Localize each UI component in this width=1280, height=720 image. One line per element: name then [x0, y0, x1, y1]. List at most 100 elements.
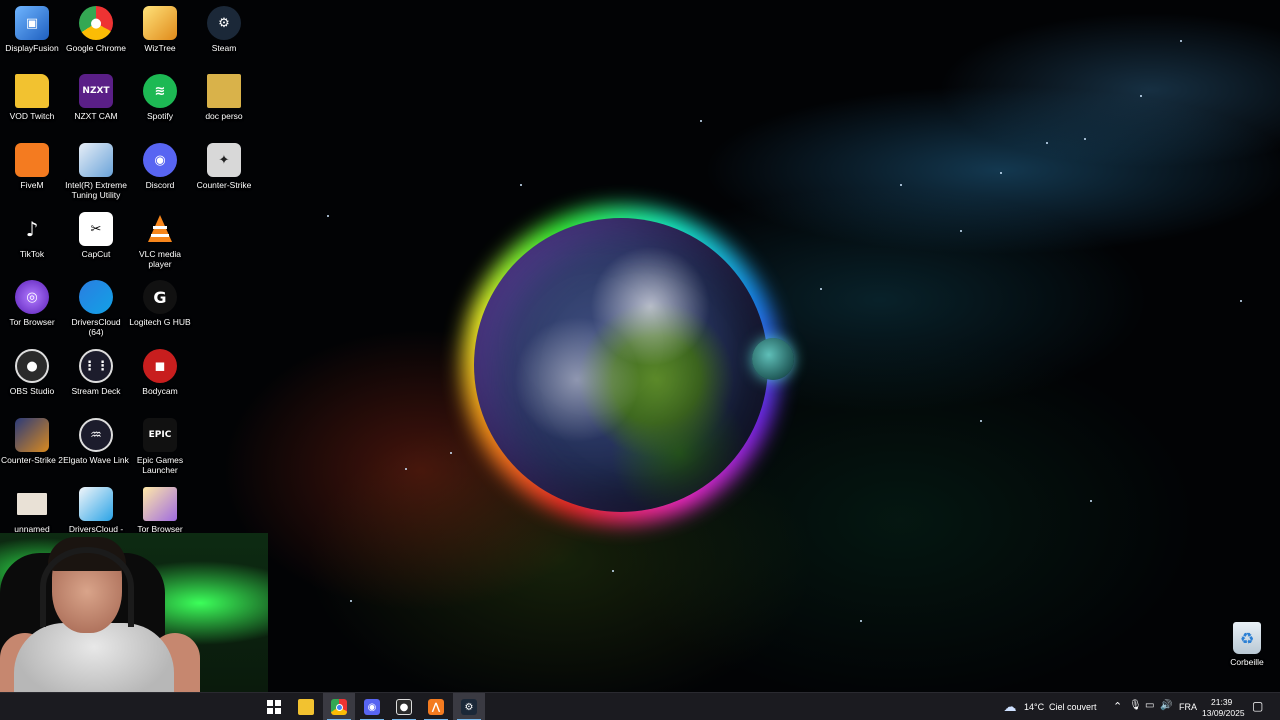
recycle-bin[interactable]: ♻ Corbeille: [1216, 622, 1278, 667]
desktop-icon[interactable]: Tor Browser: [127, 487, 193, 534]
desktop-icon-label: NZXT CAM: [74, 111, 118, 121]
desktop-icon[interactable]: ◎ Tor Browser: [0, 280, 65, 327]
file-explorer-icon[interactable]: [290, 693, 322, 720]
desktop-icon[interactable]: G Logitech G HUB: [127, 280, 193, 327]
desktop-icon-label: Google Chrome: [65, 43, 126, 53]
desktop-icon[interactable]: ▣ DisplayFusion: [0, 6, 65, 53]
desktop-icon[interactable]: ✂ CapCut: [63, 212, 129, 259]
earth-planet: [474, 218, 768, 512]
desktop-icon[interactable]: ● Google Chrome: [63, 6, 129, 53]
webcam-overlay: [0, 533, 268, 692]
desktop-icon-label: Steam: [211, 43, 237, 53]
displayfusion-icon: ▣: [15, 6, 49, 40]
clock-date[interactable]: 13/09/2025: [1202, 708, 1245, 718]
obs-icon: ●: [15, 349, 49, 383]
fivem-icon[interactable]: ⋀: [420, 693, 452, 720]
taskbar: ◉ ● ⋀ ⚙ ☁ 14°C Ciel couvert ⌃ 🎙 ▭ 🔊 FRA …: [0, 692, 1280, 720]
desktop-icon[interactable]: ✦ Counter-Strike: [191, 143, 257, 190]
capcut-icon: ✂: [79, 212, 113, 246]
steam-icon: ⚙: [207, 6, 241, 40]
folder-icon: [15, 74, 49, 108]
desktop-icon-label: FiveM: [20, 180, 44, 190]
discord-icon: ◉: [143, 143, 177, 177]
folder-zip-icon: [207, 74, 241, 108]
desktop-icon[interactable]: FiveM: [0, 143, 65, 190]
desktop-icon-label: DisplayFusion: [5, 43, 59, 53]
chrome-icon[interactable]: [323, 693, 355, 720]
wiztree-icon: [143, 6, 177, 40]
desktop-icon[interactable]: ♪ TikTok: [0, 212, 65, 259]
desktop-icon[interactable]: unnamed: [0, 487, 65, 534]
desktop-icon-label: Counter-Strike: [196, 180, 252, 190]
desktop-icon[interactable]: ◼ Bodycam: [127, 349, 193, 396]
microphone-icon[interactable]: 🎙: [1129, 700, 1142, 711]
desktop-icon-label: Spotify: [147, 111, 173, 121]
discord-icon[interactable]: ◉: [356, 693, 388, 720]
desktop-icon[interactable]: VOD Twitch: [0, 74, 65, 121]
counter-strike-icon: ✦: [207, 143, 241, 177]
desktop-icon-label: WizTree: [144, 43, 176, 53]
streamer-body: [14, 623, 174, 692]
desktop-icon-label: VOD Twitch: [9, 111, 55, 121]
desktop-icon[interactable]: WizTree: [127, 6, 193, 53]
notification-icon[interactable]: ▢: [1252, 699, 1263, 713]
tor-browser-icon: ◎: [15, 280, 49, 314]
desktop-icon-label: TikTok: [19, 249, 45, 259]
desktop-icon-label: doc perso: [205, 111, 243, 121]
logitech-ghub-icon: G: [143, 280, 177, 314]
network-icon[interactable]: ▭: [1145, 700, 1154, 711]
bodycam-icon: ◼: [143, 349, 177, 383]
fivem-icon: [15, 143, 49, 177]
volume-icon[interactable]: 🔊: [1160, 700, 1172, 711]
desktop-icon[interactable]: doc perso: [191, 74, 257, 121]
desktop-icon[interactable]: ≋ Spotify: [127, 74, 193, 121]
cs2-icon: [15, 418, 49, 452]
chevron-up-icon[interactable]: ⌃: [1113, 700, 1122, 713]
desktop-icon-label: Stream Deck: [71, 386, 121, 396]
headset: [40, 547, 134, 627]
desktop-icon-label: Logitech G HUB: [129, 317, 191, 327]
desktop-icon-label: VLC media player: [138, 249, 182, 269]
desktop-icon-label: Bodycam: [142, 386, 178, 396]
driverscloud-icon: [79, 280, 113, 314]
intel-xtu-icon: [79, 143, 113, 177]
desktop-icon-label: Epic Games Launcher: [136, 455, 184, 475]
desktop-icon-label: Tor Browser: [9, 317, 55, 327]
desktop-icon[interactable]: VLC media player: [127, 212, 193, 269]
desktop-icon-label: Elgato Wave Link: [63, 455, 129, 465]
vlc-icon: [143, 212, 177, 246]
obs-icon[interactable]: ●: [388, 693, 420, 720]
recycle-bin-icon: ♻: [1233, 622, 1261, 654]
weather-temp[interactable]: 14°C: [1024, 702, 1044, 712]
steam-icon[interactable]: ⚙: [453, 693, 485, 720]
desktop-icon-label: OBS Studio: [9, 386, 55, 396]
tor-browser-file-icon: [143, 487, 177, 521]
desktop-icon[interactable]: ● OBS Studio: [0, 349, 65, 396]
epic-games-icon: EPIC: [143, 418, 177, 452]
recycle-bin-label: Corbeille: [1230, 657, 1264, 667]
weather-condition[interactable]: Ciel couvert: [1049, 702, 1097, 712]
desktop-icon[interactable]: EPIC Epic Games Launcher: [127, 418, 193, 475]
desktop-icon-label: Counter-Strike 2: [1, 455, 63, 465]
desktop-icon[interactable]: DriversCloud (64): [63, 280, 129, 337]
chrome-icon: ●: [79, 6, 113, 40]
driverscloud-shortcut-icon: [79, 487, 113, 521]
wave-link-icon: ♒: [79, 418, 113, 452]
desktop-icon[interactable]: ♒ Elgato Wave Link: [63, 418, 129, 465]
desktop-icon[interactable]: Counter-Strike 2: [0, 418, 65, 465]
desktop-icon[interactable]: ◉ Discord: [127, 143, 193, 190]
desktop-icon[interactable]: ⚙ Steam: [191, 6, 257, 53]
desktop-icon[interactable]: Intel(R) Extreme Tuning Utility: [63, 143, 129, 200]
desktop-icon-label: Discord: [145, 180, 175, 190]
tiktok-icon: ♪: [25, 217, 39, 241]
stream-deck-icon: ⋮⋮: [79, 349, 113, 383]
desktop-icon[interactable]: ⋮⋮ Stream Deck: [63, 349, 129, 396]
desktop-icon[interactable]: NZXT NZXT CAM: [63, 74, 129, 121]
nzxt-icon: NZXT: [79, 74, 113, 108]
language-indicator[interactable]: FRA: [1179, 702, 1197, 712]
clock-time[interactable]: 21:39: [1211, 697, 1232, 707]
cloudy-weather-icon[interactable]: ☁: [1002, 699, 1018, 715]
spotify-icon: ≋: [143, 74, 177, 108]
windows-start-icon[interactable]: [258, 693, 290, 720]
image-file-icon: [17, 493, 47, 515]
